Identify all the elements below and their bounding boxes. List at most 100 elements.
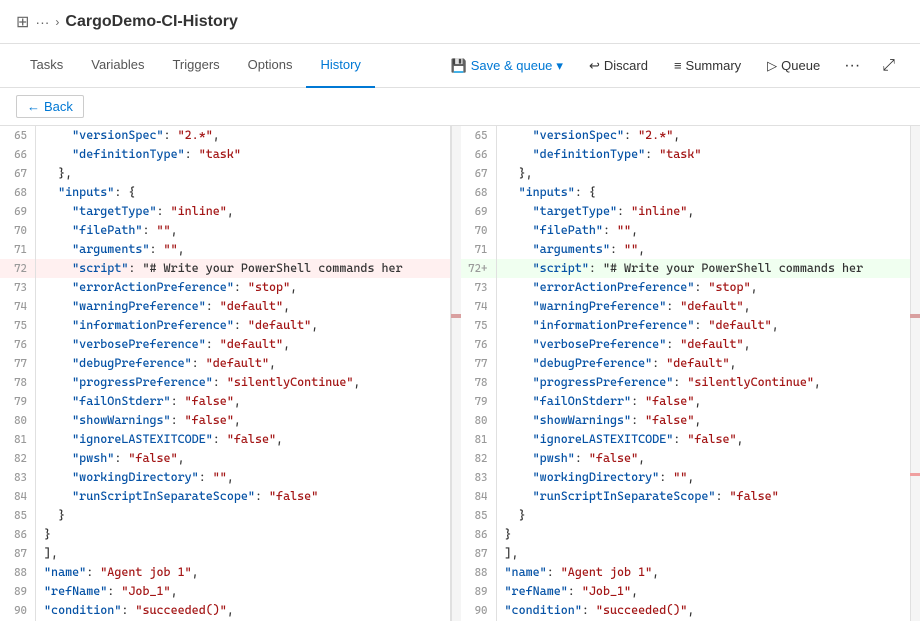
save-icon: 💾: [451, 58, 467, 74]
line-content: }: [505, 506, 911, 524]
table-row: 77 "debugPreference": "default",: [0, 354, 450, 373]
table-row: 65 "versionSpec": "2.*",: [461, 126, 911, 145]
table-row: 78 "progressPreference": "silentlyContin…: [461, 373, 911, 392]
expand-button[interactable]: ⤢: [873, 52, 904, 80]
line-number: 72: [0, 259, 36, 278]
play-icon: ▷: [767, 58, 777, 74]
table-row: 88"name": "Agent job 1",: [0, 563, 450, 582]
table-row: 86}: [0, 525, 450, 544]
line-content: },: [505, 164, 911, 182]
line-content: "definitionType": "task": [44, 145, 450, 163]
save-queue-button[interactable]: 💾 Save & queue ▾: [440, 53, 574, 79]
table-row: 70 "filePath": "",: [461, 221, 911, 240]
line-content: "runScriptInSeparateScope": "false": [505, 487, 911, 505]
table-row: 78 "progressPreference": "silentlyContin…: [0, 373, 450, 392]
line-number: 89: [461, 582, 497, 601]
page-title: CargoDemo-CI-History: [65, 13, 237, 31]
table-row: 76 "verbosePreference": "default",: [0, 335, 450, 354]
table-row: 79 "failOnStderr": "false",: [461, 392, 911, 411]
table-row: 89"refName": "Job_1",: [0, 582, 450, 601]
line-content: "script": "# Write your PowerShell comma…: [44, 259, 450, 277]
table-row: 82 "pwsh": "false",: [0, 449, 450, 468]
line-content: ],: [44, 544, 450, 562]
line-content: "filePath": "",: [44, 221, 450, 239]
discard-button[interactable]: ↩ Discard: [578, 53, 659, 79]
table-row: 74 "warningPreference": "default",: [461, 297, 911, 316]
table-row: 84 "runScriptInSeparateScope": "false": [461, 487, 911, 506]
line-number: 74: [461, 297, 497, 316]
table-row: 86}: [461, 525, 911, 544]
line-number: 71: [0, 240, 36, 259]
table-row: 88"name": "Agent job 1",: [461, 563, 911, 582]
tab-variables[interactable]: Variables: [77, 44, 158, 88]
table-row: 71 "arguments": "",: [0, 240, 450, 259]
more-icon: ···: [844, 57, 860, 75]
queue-button[interactable]: ▷ Queue: [756, 53, 831, 79]
line-content: "informationPreference": "default",: [505, 316, 911, 334]
table-row: 72+ "script": "# Write your PowerShell c…: [461, 259, 911, 278]
back-bar: ← Back: [0, 88, 920, 126]
more-button[interactable]: ···: [835, 52, 869, 80]
line-number: 78: [0, 373, 36, 392]
tab-options[interactable]: Options: [234, 44, 307, 88]
table-row: 69 "targetType": "inline",: [0, 202, 450, 221]
line-number: 86: [461, 525, 497, 544]
table-row: 90"condition": "succeeded()",: [461, 601, 911, 620]
diff-container: 65 "versionSpec": "2.*", 66 "definitionTy…: [0, 126, 920, 621]
table-row: 71 "arguments": "",: [461, 240, 911, 259]
list-icon: ≡: [674, 58, 682, 73]
line-number: 67: [0, 164, 36, 183]
line-content: "pwsh": "false",: [505, 449, 911, 467]
line-number: 78: [461, 373, 497, 392]
table-row: 81 "ignoreLASTEXITCODE": "false",: [0, 430, 450, 449]
expand-icon: ⤢: [882, 57, 895, 75]
line-number: 79: [461, 392, 497, 411]
line-number: 85: [0, 506, 36, 525]
line-number: 65: [461, 126, 497, 145]
back-button[interactable]: ← Back: [16, 95, 84, 118]
line-number: 83: [461, 468, 497, 487]
table-row: 68 "inputs": {: [461, 183, 911, 202]
line-number: 77: [0, 354, 36, 373]
table-row: 83 "workingDirectory": "",: [461, 468, 911, 487]
right-diff-pane[interactable]: 65 "versionSpec": "2.*",66 "definitionTy…: [461, 126, 911, 621]
tab-triggers[interactable]: Triggers: [158, 44, 233, 88]
line-number: 72+: [461, 259, 497, 278]
line-content: "verbosePreference": "default",: [505, 335, 911, 353]
line-number: 66: [0, 145, 36, 164]
tab-history[interactable]: History: [306, 44, 374, 88]
left-diff-pane[interactable]: 65 "versionSpec": "2.*",66 "definitionTy…: [0, 126, 451, 621]
table-row: 80 "showWarnings": "false",: [461, 411, 911, 430]
line-number: 74: [0, 297, 36, 316]
table-row: 90"condition": "succeeded()",: [0, 601, 450, 620]
table-row: 73 "errorActionPreference": "stop",: [461, 278, 911, 297]
line-number: 73: [461, 278, 497, 297]
line-content: "errorActionPreference": "stop",: [44, 278, 450, 296]
line-content: "showWarnings": "false",: [44, 411, 450, 429]
right-scrollbar[interactable]: [910, 126, 920, 621]
table-row: 75 "informationPreference": "default",: [461, 316, 911, 335]
breadcrumb-bar: ⊞ ··· › CargoDemo-CI-History: [0, 0, 920, 44]
line-content: "name": "Agent job 1",: [44, 563, 450, 581]
table-row: 70 "filePath": "",: [0, 221, 450, 240]
summary-button[interactable]: ≡ Summary: [663, 53, 752, 78]
breadcrumb-dots[interactable]: ···: [35, 14, 49, 30]
line-number: 90: [461, 601, 497, 620]
line-number: 87: [461, 544, 497, 563]
line-number: 67: [461, 164, 497, 183]
line-number: 87: [0, 544, 36, 563]
table-row: 80 "showWarnings": "false",: [0, 411, 450, 430]
tab-tasks[interactable]: Tasks: [16, 44, 77, 88]
line-number: 79: [0, 392, 36, 411]
line-number: 70: [0, 221, 36, 240]
table-row: 77 "debugPreference": "default",: [461, 354, 911, 373]
table-row: 85 }: [0, 506, 450, 525]
line-content: "debugPreference": "default",: [44, 354, 450, 372]
line-number: 68: [0, 183, 36, 202]
line-content: "verbosePreference": "default",: [44, 335, 450, 353]
back-arrow-icon: ←: [27, 99, 40, 114]
line-number: 75: [461, 316, 497, 335]
line-number: 88: [461, 563, 497, 582]
line-content: "workingDirectory": "",: [505, 468, 911, 486]
left-scrollbar[interactable]: [451, 126, 461, 621]
